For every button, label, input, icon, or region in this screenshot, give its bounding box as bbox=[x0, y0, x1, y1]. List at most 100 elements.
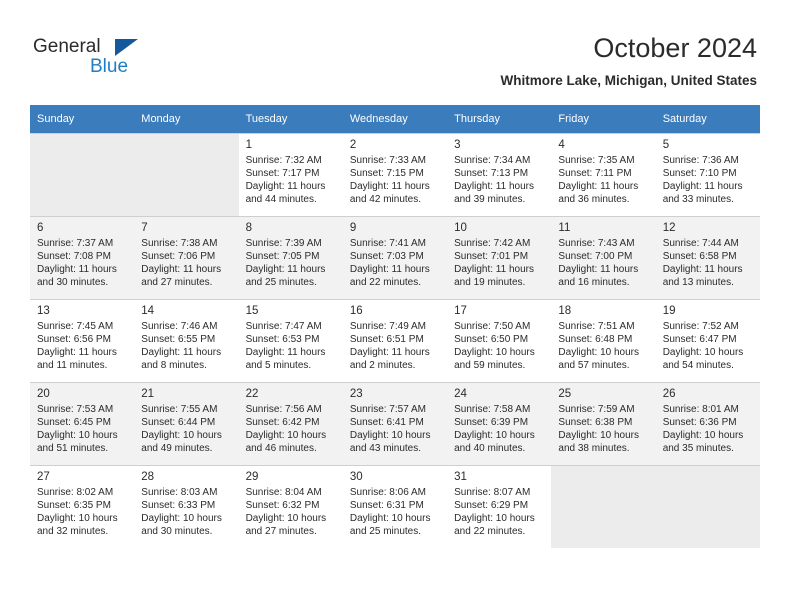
sunrise-text: Sunrise: 8:07 AM bbox=[454, 487, 531, 498]
day-number: 1 bbox=[245, 139, 252, 151]
sunrise-text: Sunrise: 7:32 AM bbox=[245, 155, 322, 166]
calendar-body: 1 Sunrise: 7:32 AM Sunset: 7:17 PM Daylight… bbox=[30, 133, 760, 548]
calendar-cell-inner: 30 Sunrise: 8:06 AM Sunset: 6:31 PM Dayligh… bbox=[342, 465, 448, 548]
sunset-text: Sunset: 6:35 PM bbox=[37, 500, 111, 511]
calendar-cell-inner bbox=[30, 133, 135, 216]
day-number: 5 bbox=[662, 139, 670, 151]
calendar-day-cell: 19 Sunrise: 7:52 AM Sunset: 6:47 PM Dayligh… bbox=[655, 299, 760, 382]
day-number: 22 bbox=[245, 388, 259, 400]
day-number: 8 bbox=[245, 222, 252, 234]
sunset-text: Sunset: 6:53 PM bbox=[245, 334, 320, 345]
calendar-cell-inner: 29 Sunrise: 8:04 AM Sunset: 6:32 PM Dayligh… bbox=[238, 465, 343, 548]
calendar-cell-inner: 2 Sunrise: 7:33 AM Sunset: 7:15 PM Daylight… bbox=[342, 133, 448, 216]
calendar-day-cell: 14 Sunrise: 7:46 AM Sunset: 6:55 PM Dayligh… bbox=[134, 299, 239, 382]
day-number: 7 bbox=[141, 222, 148, 234]
day-sun-info: Sunrise: 7:45 AM Sunset: 6:56 PM Daylight:… bbox=[37, 320, 129, 372]
sunset-text: Sunset: 7:17 PM bbox=[245, 168, 320, 179]
title-block: October 2024 Whitmore Lake, Michigan, Un… bbox=[500, 32, 757, 89]
weekday-header-friday: Friday bbox=[551, 105, 656, 133]
calendar-week-row: 6 Sunrise: 7:37 AM Sunset: 7:08 PM Daylight… bbox=[30, 216, 760, 299]
calendar-week-row: 1 Sunrise: 7:32 AM Sunset: 7:17 PM Daylight… bbox=[30, 133, 760, 216]
calendar-cell-inner: 21 Sunrise: 7:55 AM Sunset: 6:44 PM Dayligh… bbox=[134, 382, 239, 465]
daylight-text: Daylight: 10 hours and 35 minutes. bbox=[662, 430, 744, 454]
day-sun-info: Sunrise: 8:02 AM Sunset: 6:35 PM Daylight:… bbox=[37, 486, 129, 538]
calendar-day-cell: 26 Sunrise: 8:01 AM Sunset: 6:36 PM Dayligh… bbox=[655, 382, 760, 465]
day-sun-info: Sunrise: 7:41 AM Sunset: 7:03 PM Daylight:… bbox=[350, 237, 442, 289]
sunrise-text: Sunrise: 7:56 AM bbox=[245, 404, 322, 415]
day-number: 21 bbox=[141, 388, 155, 400]
calendar-day-cell: 5 Sunrise: 7:36 AM Sunset: 7:10 PM Daylight… bbox=[655, 133, 760, 216]
daylight-text: Daylight: 11 hours and 5 minutes. bbox=[245, 347, 326, 371]
day-number: 18 bbox=[558, 305, 572, 317]
calendar-cell-inner: 6 Sunrise: 7:37 AM Sunset: 7:08 PM Daylight… bbox=[30, 216, 135, 299]
calendar-day-cell: 22 Sunrise: 7:56 AM Sunset: 6:42 PM Dayligh… bbox=[238, 382, 343, 465]
daylight-text: Daylight: 10 hours and 51 minutes. bbox=[37, 430, 118, 454]
daylight-text: Daylight: 11 hours and 22 minutes. bbox=[349, 264, 430, 288]
daylight-text: Daylight: 11 hours and 27 minutes. bbox=[141, 264, 222, 288]
day-sun-info: Sunrise: 7:56 AM Sunset: 6:42 PM Daylight:… bbox=[246, 403, 338, 455]
sunrise-text: Sunrise: 7:46 AM bbox=[141, 321, 218, 332]
calendar-day-cell: 15 Sunrise: 7:47 AM Sunset: 6:53 PM Dayligh… bbox=[238, 299, 343, 382]
sunrise-text: Sunrise: 7:33 AM bbox=[349, 155, 426, 166]
sunset-text: Sunset: 6:47 PM bbox=[662, 334, 737, 345]
day-sun-info: Sunrise: 7:44 AM Sunset: 6:58 PM Daylight:… bbox=[663, 237, 755, 289]
daylight-text: Daylight: 11 hours and 39 minutes. bbox=[454, 181, 534, 205]
day-sun-info: Sunrise: 8:01 AM Sunset: 6:36 PM Daylight:… bbox=[663, 403, 755, 455]
daylight-text: Daylight: 10 hours and 22 minutes. bbox=[454, 513, 535, 537]
calendar-day-cell: 3 Sunrise: 7:34 AM Sunset: 7:13 PM Daylight… bbox=[447, 133, 552, 216]
day-sun-info: Sunrise: 7:33 AM Sunset: 7:15 PM Daylight:… bbox=[350, 154, 442, 206]
sunrise-text: Sunrise: 8:06 AM bbox=[349, 487, 426, 498]
day-sun-info: Sunrise: 7:42 AM Sunset: 7:01 PM Daylight:… bbox=[454, 237, 546, 289]
calendar-cell-empty bbox=[551, 465, 656, 548]
weekday-header-sunday: Sunday bbox=[30, 105, 135, 133]
calendar-cell-inner: 1 Sunrise: 7:32 AM Sunset: 7:17 PM Daylight… bbox=[238, 133, 343, 216]
day-sun-info: Sunrise: 7:58 AM Sunset: 6:39 PM Daylight:… bbox=[454, 403, 546, 455]
sunset-text: Sunset: 7:08 PM bbox=[37, 251, 111, 262]
sunset-text: Sunset: 7:03 PM bbox=[349, 251, 424, 262]
daylight-text: Daylight: 10 hours and 54 minutes. bbox=[662, 347, 744, 371]
calendar-cell-inner: 28 Sunrise: 8:03 AM Sunset: 6:33 PM Dayligh… bbox=[134, 465, 239, 548]
calendar-cell-inner: 10 Sunrise: 7:42 AM Sunset: 7:01 PM Dayligh… bbox=[447, 216, 552, 299]
day-number: 15 bbox=[245, 305, 259, 317]
day-sun-info: Sunrise: 7:49 AM Sunset: 6:51 PM Daylight:… bbox=[350, 320, 442, 372]
day-sun-info: Sunrise: 7:57 AM Sunset: 6:41 PM Daylight:… bbox=[350, 403, 442, 455]
calendar-cell-inner: 23 Sunrise: 7:57 AM Sunset: 6:41 PM Dayligh… bbox=[342, 382, 448, 465]
day-sun-info: Sunrise: 7:55 AM Sunset: 6:44 PM Daylight:… bbox=[141, 403, 233, 455]
calendar-day-cell: 24 Sunrise: 7:58 AM Sunset: 6:39 PM Dayligh… bbox=[447, 382, 552, 465]
calendar-day-cell: 7 Sunrise: 7:38 AM Sunset: 7:06 PM Daylight… bbox=[134, 216, 239, 299]
sunset-text: Sunset: 7:15 PM bbox=[349, 168, 424, 179]
calendar-cell-inner: 8 Sunrise: 7:39 AM Sunset: 7:05 PM Daylight… bbox=[238, 216, 343, 299]
sunset-text: Sunset: 6:31 PM bbox=[349, 500, 424, 511]
sunset-text: Sunset: 6:39 PM bbox=[454, 417, 529, 428]
calendar-day-cell: 20 Sunrise: 7:53 AM Sunset: 6:45 PM Dayligh… bbox=[30, 382, 135, 465]
daylight-text: Daylight: 10 hours and 59 minutes. bbox=[454, 347, 535, 371]
calendar-day-cell: 25 Sunrise: 7:59 AM Sunset: 6:38 PM Dayligh… bbox=[551, 382, 656, 465]
sunset-text: Sunset: 7:13 PM bbox=[454, 168, 529, 179]
sunrise-text: Sunrise: 7:50 AM bbox=[454, 321, 531, 332]
day-number: 30 bbox=[349, 471, 363, 483]
day-number: 2 bbox=[349, 139, 357, 151]
sunrise-text: Sunrise: 7:39 AM bbox=[245, 238, 322, 249]
day-number: 26 bbox=[662, 388, 676, 400]
daylight-text: Daylight: 10 hours and 30 minutes. bbox=[141, 513, 222, 537]
day-number: 23 bbox=[349, 388, 363, 400]
sunset-text: Sunset: 6:55 PM bbox=[141, 334, 216, 345]
sunrise-text: Sunrise: 7:34 AM bbox=[454, 155, 531, 166]
sunset-text: Sunset: 6:33 PM bbox=[141, 500, 216, 511]
day-sun-info: Sunrise: 8:04 AM Sunset: 6:32 PM Daylight:… bbox=[246, 486, 338, 538]
calendar-day-cell: 16 Sunrise: 7:49 AM Sunset: 6:51 PM Dayligh… bbox=[342, 299, 448, 382]
day-number: 25 bbox=[558, 388, 572, 400]
daylight-text: Daylight: 10 hours and 43 minutes. bbox=[349, 430, 431, 454]
sunset-text: Sunset: 6:42 PM bbox=[245, 417, 320, 428]
calendar-cell-empty bbox=[134, 133, 239, 216]
calendar-page: General Blue October 2024 Whitmore Lake,… bbox=[0, 0, 792, 612]
day-number: 20 bbox=[37, 388, 50, 400]
daylight-text: Daylight: 11 hours and 8 minutes. bbox=[141, 347, 222, 371]
day-number: 4 bbox=[558, 139, 565, 151]
calendar-day-cell: 10 Sunrise: 7:42 AM Sunset: 7:01 PM Dayligh… bbox=[447, 216, 552, 299]
calendar-cell-inner: 15 Sunrise: 7:47 AM Sunset: 6:53 PM Dayligh… bbox=[238, 299, 343, 382]
calendar-day-cell: 31 Sunrise: 8:07 AM Sunset: 6:29 PM Dayligh… bbox=[447, 465, 552, 548]
calendar-day-cell: 8 Sunrise: 7:39 AM Sunset: 7:05 PM Daylight… bbox=[238, 216, 343, 299]
calendar-cell-inner: 20 Sunrise: 7:53 AM Sunset: 6:45 PM Dayligh… bbox=[30, 382, 135, 465]
daylight-text: Daylight: 11 hours and 36 minutes. bbox=[558, 181, 639, 205]
